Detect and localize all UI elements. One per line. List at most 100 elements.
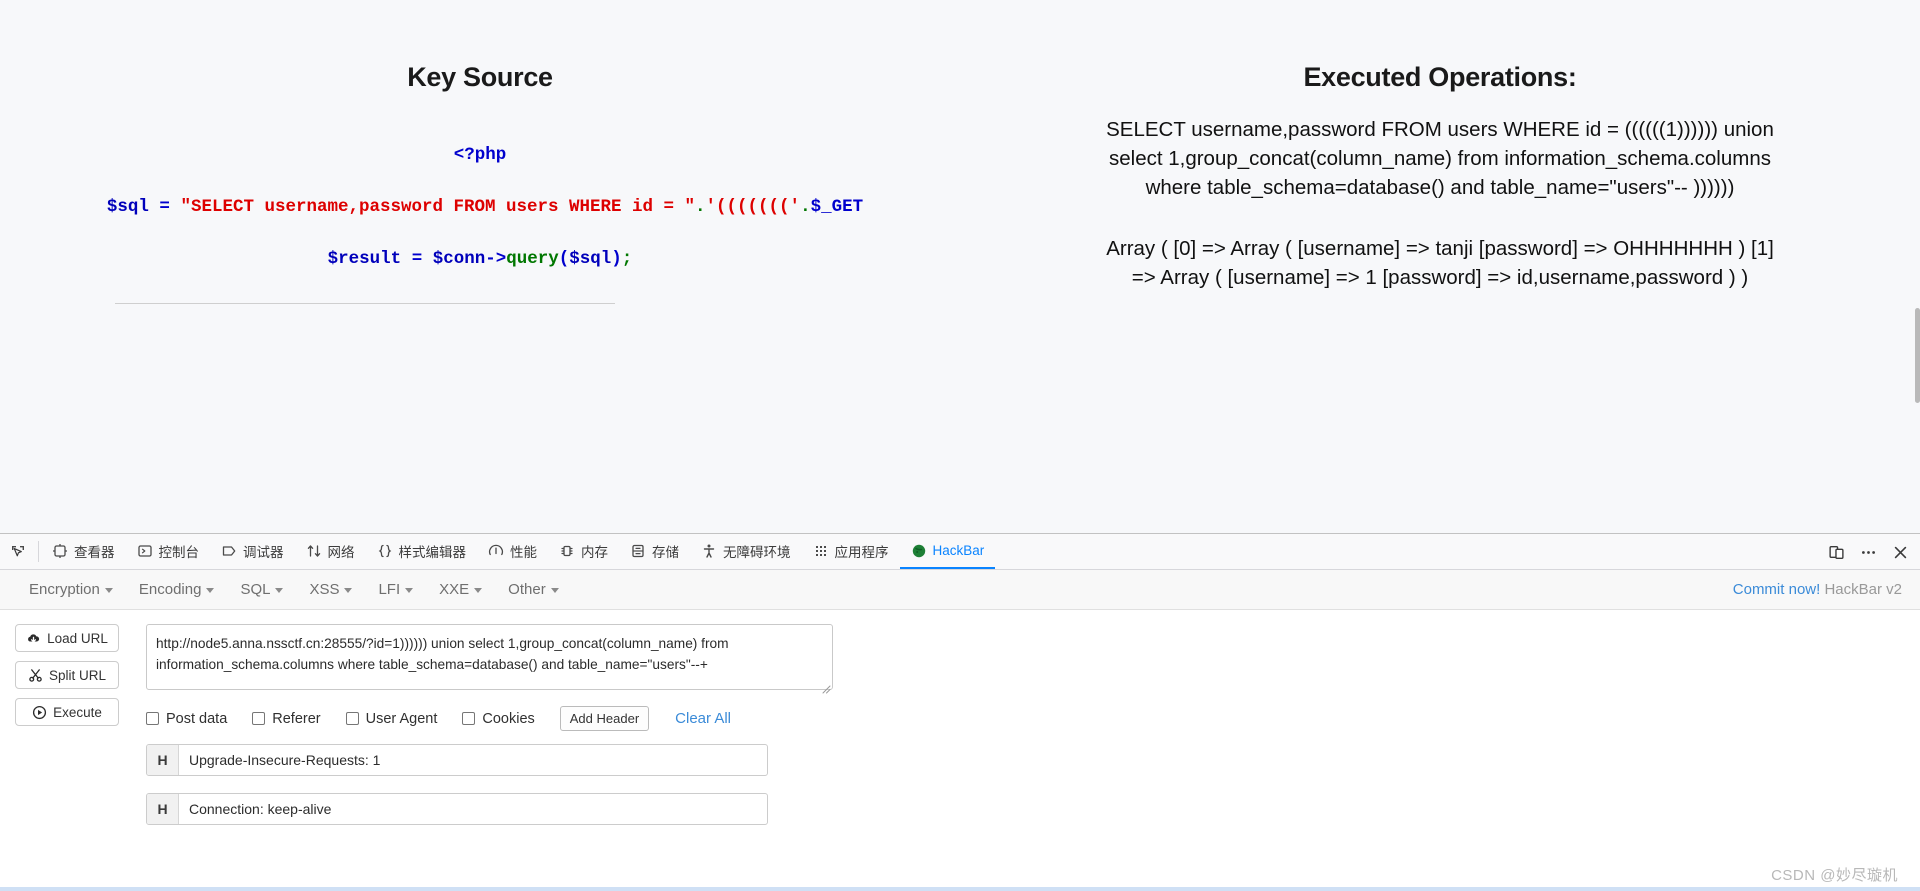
page-scrollbar[interactable] [1915, 308, 1920, 403]
menu-sql-label: SQL [240, 581, 271, 598]
url-input[interactable] [146, 624, 833, 690]
page-title: Key Source [407, 62, 553, 92]
key-source-column: Key Source <?php $sql = "SELECT username… [0, 0, 960, 304]
checkbox-box[interactable] [462, 712, 476, 725]
menu-lfi-label: LFI [378, 581, 401, 598]
menu-lfi[interactable]: LFI [365, 577, 426, 602]
checkbox-cookies[interactable]: Cookies [462, 710, 535, 727]
php-code-line-3: $result = $conn->query($sql); [0, 233, 960, 285]
tab-style-editor-label: 样式编辑器 [398, 544, 467, 560]
devtools-panel: 查看器 控制台 调试器 网络 样式编辑器 性能 内存 存储 无障碍环境 应用程序… [0, 533, 1920, 891]
php-superglobal-get: $_GET [810, 197, 864, 217]
php-paren-open: ( [558, 249, 570, 269]
header-value[interactable]: Connection: keep-alive [179, 794, 767, 824]
bottom-accent-bar [0, 887, 1920, 891]
inspector-icon [52, 543, 68, 559]
toolbar-separator [38, 541, 39, 562]
browser-page-content: Key Source <?php $sql = "SELECT username… [0, 0, 1920, 533]
php-code-line-1: <?php [0, 129, 960, 181]
menu-xxe[interactable]: XXE [426, 577, 495, 602]
checkbox-post-data[interactable]: Post data [146, 711, 227, 727]
php-concat-dot-2: . [800, 197, 811, 217]
commit-now-link[interactable]: Commit now! [1733, 581, 1821, 598]
tab-debugger-label: 调试器 [243, 544, 284, 560]
execute-label: Execute [53, 704, 102, 720]
menu-encoding[interactable]: Encoding [126, 577, 228, 602]
menu-encoding-label: Encoding [138, 581, 202, 598]
devtools-toolbar-right [1828, 534, 1920, 569]
devtools-toolbar: 查看器 控制台 调试器 网络 样式编辑器 性能 内存 存储 无障碍环境 应用程序… [0, 534, 1920, 570]
checkbox-referer[interactable]: Referer [252, 710, 321, 727]
tab-storage[interactable]: 存储 [619, 534, 690, 569]
tab-style-editor[interactable]: 样式编辑器 [366, 534, 478, 569]
checkbox-referer-label: Referer [272, 710, 321, 727]
tab-debugger[interactable]: 调试器 [210, 534, 295, 569]
menu-xss[interactable]: XSS [296, 577, 365, 602]
menu-encryption[interactable]: Encryption [16, 577, 126, 602]
hackbar-version-label: HackBar v2 [1824, 581, 1902, 598]
chevron-down-icon [474, 587, 483, 593]
checkbox-user-agent[interactable]: User Agent [345, 710, 438, 727]
element-picker-button[interactable] [0, 534, 36, 569]
execute-button[interactable]: Execute [15, 698, 119, 726]
php-operator-eq-2: = [401, 249, 433, 269]
url-input-wrapper [146, 624, 833, 695]
tab-inspector-label: 查看器 [74, 544, 115, 560]
menu-xxe-label: XXE [439, 581, 470, 598]
header-row[interactable]: H Upgrade-Insecure-Requests: 1 [146, 744, 768, 776]
element-picker-icon [10, 544, 26, 560]
tab-hackbar[interactable]: HackBar [899, 534, 996, 569]
tab-performance-label: 性能 [510, 544, 537, 560]
chevron-down-icon [405, 587, 414, 593]
php-arg-sql: $sql [569, 249, 612, 269]
tab-memory[interactable]: 内存 [548, 534, 619, 569]
php-paren-close: ) [611, 249, 622, 269]
tab-application-label: 应用程序 [834, 544, 889, 560]
network-icon [306, 543, 322, 559]
php-var-result: $result [327, 249, 402, 269]
header-tag: H [147, 794, 179, 824]
application-icon [813, 543, 829, 559]
close-icon[interactable] [1892, 544, 1908, 560]
add-header-button[interactable]: Add Header [559, 706, 650, 731]
checkbox-box[interactable] [345, 712, 359, 725]
php-source-code: <?php $sql = "SELECT username,password F… [0, 129, 960, 285]
split-url-button[interactable]: Split URL [15, 661, 119, 689]
tab-hackbar-label: HackBar [932, 543, 985, 558]
menu-sql[interactable]: SQL [227, 577, 296, 602]
scissors-icon [28, 668, 43, 683]
php-string-sql: "SELECT username,password FROM users WHE… [180, 197, 696, 217]
checkbox-box[interactable] [252, 712, 266, 725]
header-value[interactable]: Upgrade-Insecure-Requests: 1 [179, 745, 767, 775]
tab-inspector[interactable]: 查看器 [41, 534, 126, 569]
load-url-button[interactable]: Load URL [15, 624, 119, 652]
tab-console-label: 控制台 [158, 544, 200, 560]
chevron-down-icon [275, 587, 284, 593]
php-arrow-operator: -> [485, 249, 507, 269]
menu-other[interactable]: Other [495, 577, 572, 602]
tab-accessibility[interactable]: 无障碍环境 [690, 534, 802, 569]
tab-performance[interactable]: 性能 [477, 534, 548, 569]
executed-operations-title: Executed Operations: [1303, 62, 1577, 92]
responsive-design-mode-icon[interactable] [1828, 544, 1844, 560]
debugger-icon [221, 543, 237, 559]
php-semicolon: ; [621, 249, 633, 269]
more-options-icon[interactable] [1860, 544, 1876, 560]
console-icon [137, 543, 153, 559]
tab-application[interactable]: 应用程序 [802, 534, 900, 569]
tab-storage-label: 存储 [652, 544, 679, 560]
chevron-down-icon [344, 587, 353, 593]
tab-network[interactable]: 网络 [295, 534, 366, 569]
php-concat-dot-1: . [695, 197, 706, 217]
memory-icon [559, 543, 575, 559]
tab-console[interactable]: 控制台 [126, 534, 211, 569]
header-tag: H [147, 745, 179, 775]
cloud-download-icon [26, 631, 41, 646]
checkbox-user-agent-label: User Agent [365, 710, 438, 727]
executed-query-text: SELECT username,password FROM users WHER… [1106, 118, 1774, 199]
checkbox-cookies-label: Cookies [482, 710, 535, 727]
header-row[interactable]: H Connection: keep-alive [146, 793, 768, 825]
checkbox-box[interactable] [146, 712, 159, 725]
clear-all-link[interactable]: Clear All [675, 710, 731, 727]
horizontal-divider [115, 303, 615, 304]
